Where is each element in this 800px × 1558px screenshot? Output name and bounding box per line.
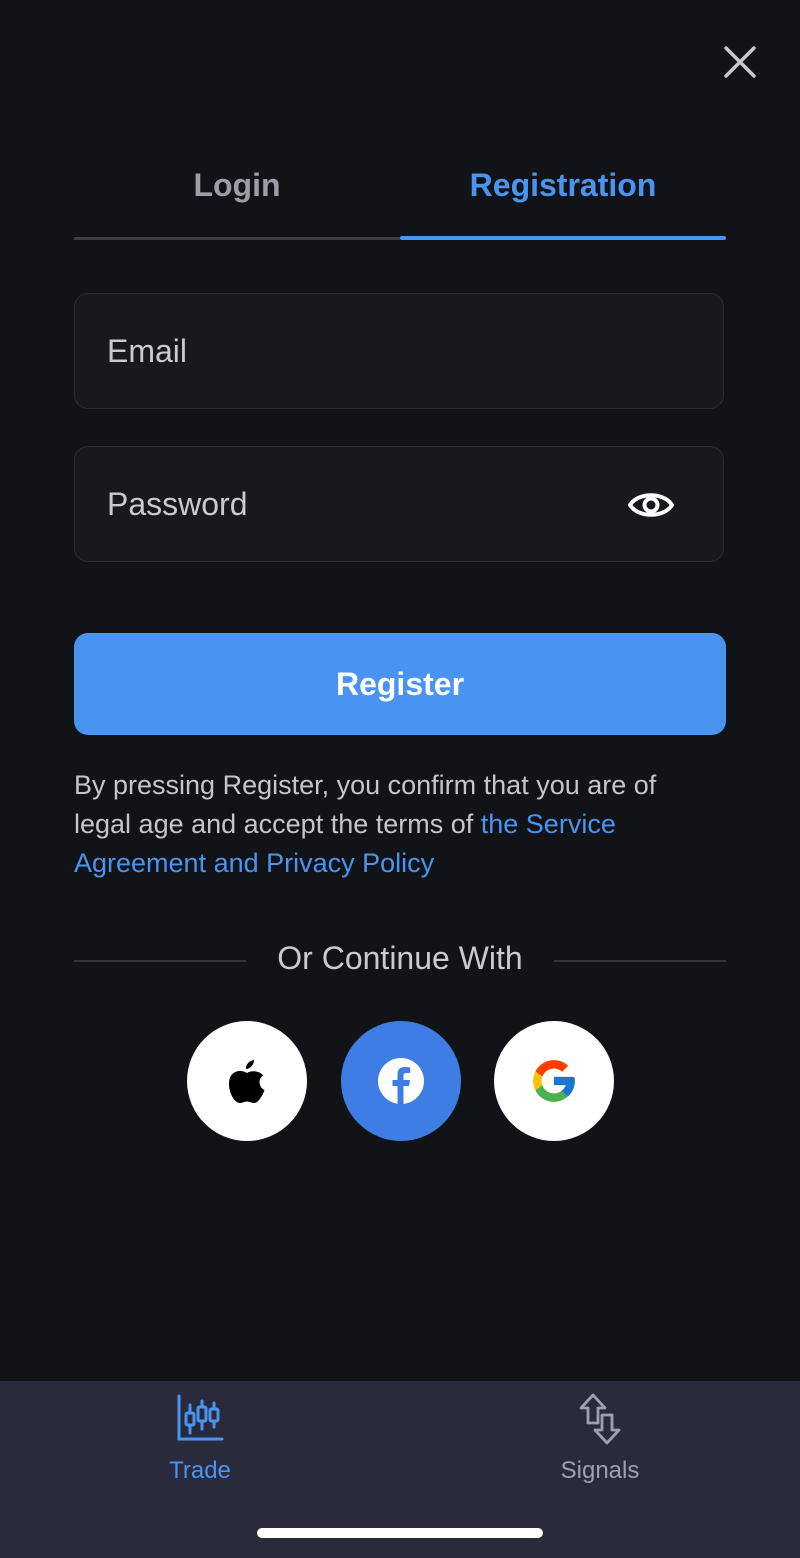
divider-left (74, 960, 246, 962)
tab-login[interactable]: Login (74, 150, 400, 220)
google-icon (533, 1060, 575, 1102)
tab-divider (74, 237, 400, 240)
active-tab-indicator (400, 236, 726, 240)
nav-item-signals[interactable]: Signals (500, 1393, 700, 1493)
password-input[interactable] (107, 447, 607, 561)
register-button[interactable]: Register (74, 633, 726, 735)
close-icon (724, 46, 756, 78)
auth-tabs: Login Registration (74, 150, 726, 242)
bottom-nav: Trade Signals (0, 1381, 800, 1558)
tab-registration[interactable]: Registration (400, 150, 726, 220)
nav-label-trade: Trade (169, 1457, 231, 1484)
facebook-login-button[interactable] (341, 1021, 461, 1141)
email-input[interactable] (107, 294, 607, 408)
home-indicator[interactable] (257, 1528, 543, 1538)
eye-icon (628, 493, 674, 517)
nav-item-trade[interactable]: Trade (100, 1393, 300, 1493)
password-field (74, 446, 724, 562)
arrows-up-down-icon (576, 1393, 624, 1445)
or-continue-with-label: Or Continue With (277, 940, 523, 976)
nav-label-signals: Signals (560, 1457, 640, 1484)
divider-right (554, 960, 726, 962)
toggle-password-visibility-button[interactable] (627, 483, 675, 527)
facebook-icon (378, 1058, 424, 1104)
google-login-button[interactable] (494, 1021, 614, 1141)
close-button[interactable] (716, 38, 764, 86)
apple-icon (229, 1060, 265, 1103)
terms-notice: By pressing Register, you confirm that y… (74, 766, 694, 883)
email-field (74, 293, 724, 409)
candlestick-chart-icon (176, 1393, 224, 1445)
apple-login-button[interactable] (187, 1021, 307, 1141)
